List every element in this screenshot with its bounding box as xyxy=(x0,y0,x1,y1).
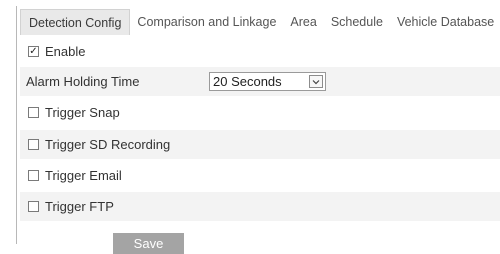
trigger-ftp-row: Trigger FTP xyxy=(20,192,500,221)
tab-area[interactable]: Area xyxy=(283,9,323,35)
alarm-holding-time-label: Alarm Holding Time xyxy=(26,74,140,89)
alarm-holding-time-value: 20 Seconds xyxy=(213,74,282,89)
trigger-snap-row: Trigger Snap xyxy=(20,98,500,127)
enable-checkbox[interactable]: ✓ xyxy=(28,46,39,57)
tab-schedule[interactable]: Schedule xyxy=(324,9,390,35)
trigger-email-label: Trigger Email xyxy=(45,168,122,183)
chevron-down-icon[interactable] xyxy=(309,75,323,88)
tab-detection-config[interactable]: Detection Config xyxy=(20,9,131,35)
trigger-email-checkbox[interactable] xyxy=(28,170,39,181)
page-frame-border xyxy=(16,6,17,244)
trigger-ftp-checkbox[interactable] xyxy=(28,201,39,212)
trigger-snap-checkbox[interactable] xyxy=(28,107,39,118)
save-button[interactable]: Save xyxy=(113,233,184,254)
tab-bar: Detection Config Comparison and Linkage … xyxy=(20,9,500,35)
trigger-sd-recording-label: Trigger SD Recording xyxy=(45,137,171,152)
trigger-sd-recording-checkbox[interactable] xyxy=(28,139,39,150)
alarm-holding-time-row: Alarm Holding Time 20 Seconds xyxy=(20,67,500,96)
trigger-email-row: Trigger Email xyxy=(20,161,500,190)
trigger-sd-recording-row: Trigger SD Recording xyxy=(20,130,500,159)
tab-comparison-and-linkage[interactable]: Comparison and Linkage xyxy=(130,9,283,35)
alarm-holding-time-select[interactable]: 20 Seconds xyxy=(209,72,326,91)
trigger-snap-label: Trigger Snap xyxy=(45,105,120,120)
enable-label: Enable xyxy=(45,44,86,59)
enable-row: ✓ Enable xyxy=(20,37,500,66)
tab-vehicle-database[interactable]: Vehicle Database xyxy=(390,9,500,35)
trigger-ftp-label: Trigger FTP xyxy=(45,199,114,214)
